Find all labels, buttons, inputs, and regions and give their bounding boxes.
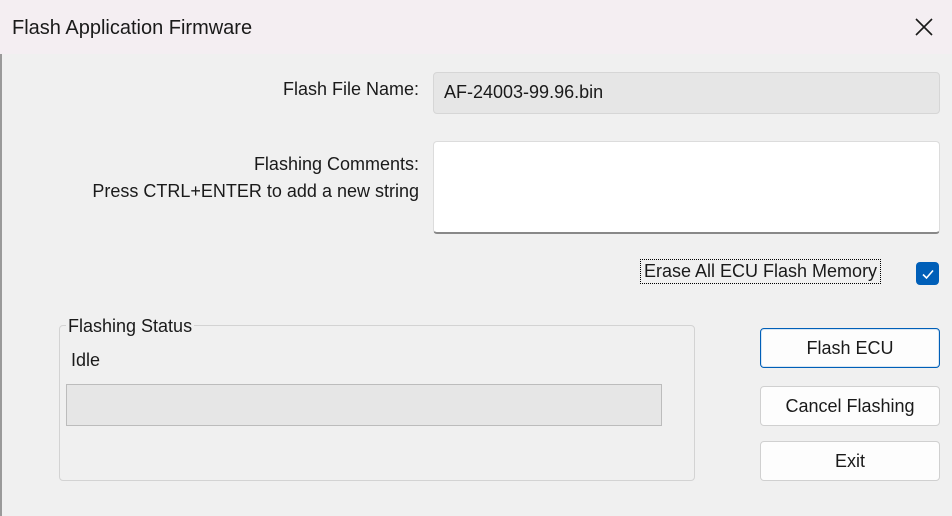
erase-memory-label[interactable]: Erase All ECU Flash Memory: [640, 259, 882, 284]
window-left-border: [0, 54, 2, 516]
checkmark-icon: [921, 269, 934, 279]
cancel-flashing-button[interactable]: Cancel Flashing: [760, 386, 940, 426]
comments-label-line2: Press CTRL+ENTER to add a new string: [92, 181, 419, 201]
flash-ecu-button[interactable]: Flash ECU: [760, 328, 940, 368]
flash-progress-bar: [66, 384, 662, 426]
comments-label: Flashing Comments: Press CTRL+ENTER to a…: [92, 151, 419, 205]
close-button[interactable]: [896, 0, 952, 54]
comments-input[interactable]: [433, 141, 940, 234]
flash-firmware-dialog: Flash Application Firmware Flash File Na…: [0, 0, 952, 516]
status-text: Idle: [71, 350, 101, 370]
file-name-label: Flash File Name:: [282, 79, 419, 99]
title-bar: Flash Application Firmware: [0, 0, 952, 54]
flashing-status-title: Flashing Status: [66, 316, 195, 337]
close-icon: [915, 18, 933, 36]
erase-memory-checkbox[interactable]: [916, 262, 939, 285]
window-title: Flash Application Firmware: [12, 17, 253, 39]
file-name-field: AF-24003-99.96.bin: [433, 72, 940, 114]
comments-label-line1: Flashing Comments:: [253, 154, 419, 174]
exit-button[interactable]: Exit: [760, 441, 940, 481]
